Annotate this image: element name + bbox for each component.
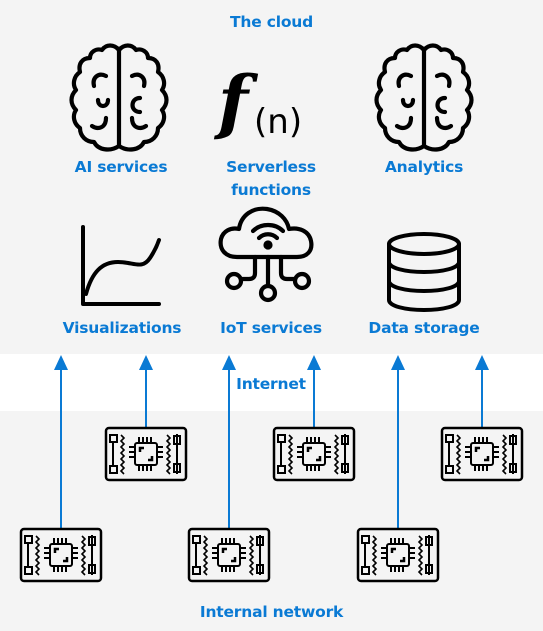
arrow-head-icon (475, 355, 489, 370)
device-connection (19, 355, 103, 583)
circuit-board-icon (272, 426, 356, 482)
arrow-head-icon (307, 355, 321, 370)
device-connection (272, 355, 356, 482)
device-connection (440, 355, 524, 482)
circuit-board-icon (19, 527, 103, 583)
arrow-head-icon (54, 355, 68, 370)
circuit-board-icon (187, 527, 271, 583)
circuit-board-icon (356, 527, 440, 583)
circuit-board-icon (104, 426, 188, 482)
device-connection (356, 355, 440, 583)
device-connection (187, 355, 271, 583)
connections-layer (19, 355, 524, 583)
arrow-head-icon (222, 355, 236, 370)
arrow-head-icon (391, 355, 405, 370)
arrow-head-icon (139, 355, 153, 370)
circuit-board-icon (440, 426, 524, 482)
device-connection (104, 355, 188, 482)
